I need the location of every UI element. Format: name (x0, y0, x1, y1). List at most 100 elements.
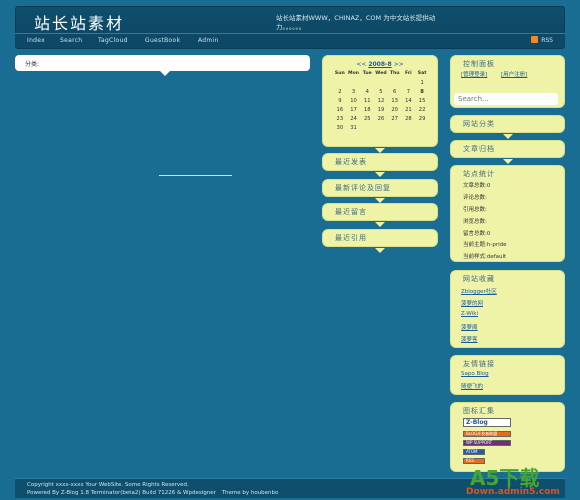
badges-title: 图标汇集 (463, 407, 495, 415)
cal-day (347, 78, 361, 87)
category-box-pointer (160, 71, 170, 76)
cal-day (388, 78, 402, 87)
favorite-link[interactable]: 菠萝阁 (461, 323, 478, 331)
stat-trackbacks: 引用总数: (463, 207, 487, 213)
cal-day: 15 (418, 97, 426, 104)
footer-theme-text: Theme by houbenbo (221, 490, 279, 496)
nav-index[interactable]: Index (27, 37, 45, 44)
calendar-next[interactable]: >> (394, 61, 404, 68)
cal-day: 31 (350, 124, 357, 131)
weekday-wed: Wed (375, 71, 387, 76)
archives-widget: 文章归档 (450, 140, 565, 164)
cal-day (374, 123, 388, 132)
cal-day (374, 78, 388, 87)
rss-link[interactable]: RSS (531, 36, 553, 44)
zblog-badge[interactable]: Z-Blog (463, 418, 511, 427)
cal-day (402, 123, 416, 132)
stat-posts: 文章总数:0 (463, 183, 491, 189)
nav-guestbook[interactable]: GuestBook (145, 37, 180, 44)
cal-day: 21 (405, 106, 412, 113)
calendar-grid: Sun Mon Tue Wed Thu Fri Sat 1 2345678 91… (333, 69, 429, 132)
cal-day: 10 (350, 97, 357, 104)
site-description: 站长站素材WWW，CHINAZ，COM 为中文站长提供动力。。。。。。 (276, 14, 436, 31)
stat-comments: 评论总数: (463, 195, 487, 201)
favorite-link[interactable]: 菠萝客 (461, 335, 478, 343)
dev-union-badge[interactable]: BLOG开发者联盟 (463, 431, 511, 437)
calendar-month[interactable]: 2008-8 (368, 61, 391, 68)
cal-day: 16 (336, 106, 344, 113)
register-link[interactable]: [用户注册] (501, 70, 527, 78)
cal-day: 17 (350, 106, 357, 113)
widget-pointer (503, 134, 513, 139)
nav-admin[interactable]: Admin (198, 37, 219, 44)
stat-style: 当前样式:default (463, 254, 507, 260)
content-divider (159, 175, 232, 176)
cal-day: 26 (377, 115, 385, 122)
wp-support-badge[interactable]: WP SUPPORT (463, 440, 511, 446)
weekday-sat: Sat (417, 71, 427, 76)
cal-day: 5 (379, 88, 383, 95)
widget-recent-trackbacks-title: 最近引用 (335, 234, 367, 242)
watermark-logo: A5下载 Down.admin5.com (464, 462, 580, 500)
favorite-link[interactable]: 菠萝的网 (461, 299, 483, 307)
cal-day: 19 (377, 106, 385, 113)
friends-title: 友情链接 (463, 360, 495, 368)
cal-day (415, 123, 429, 132)
widget-recent-posts[interactable]: 最近发表 (322, 153, 438, 177)
favorite-link[interactable]: Zblogger社区 (461, 287, 497, 295)
archives-title[interactable]: 文章归档 (463, 144, 495, 154)
cal-day: 12 (377, 97, 385, 104)
cal-day: 30 (336, 124, 344, 131)
search-input[interactable] (454, 93, 558, 105)
weekday-sun: Sun (334, 71, 345, 76)
footer-powered-text: Powered By Z-Blog 1.8 Terminator(beta2) … (27, 490, 216, 496)
watermark-bottom: Down.admin5.com (466, 487, 560, 497)
weekday-mon: Mon (348, 71, 360, 76)
cal-day: 29 (418, 115, 426, 122)
category-box: 分类: (15, 55, 310, 76)
cal-day: 6 (393, 88, 397, 95)
calendar-prev[interactable]: << (356, 61, 366, 68)
site-title[interactable]: 站长站素材 (34, 10, 124, 34)
cal-day: 14 (405, 97, 412, 104)
stat-views: 浏览总数: (463, 219, 487, 225)
category-label: 分类: (25, 61, 40, 68)
cal-day: 2 (338, 88, 342, 95)
categories-title[interactable]: 网站分类 (463, 119, 495, 129)
cal-day: 11 (363, 97, 371, 104)
weekday-tue: Tue (362, 71, 372, 76)
cal-day-today: 8 (420, 88, 424, 95)
widget-recent-guestbook[interactable]: 最近留言 (322, 203, 438, 227)
favorite-link[interactable]: Z-Wiki (461, 311, 478, 317)
cal-day (360, 78, 374, 87)
cal-day (333, 78, 347, 87)
stat-theme: 当前主题:h-pride (463, 242, 507, 248)
friend-link[interactable]: 随便飞的 (461, 382, 483, 390)
favorites-title: 网站收藏 (463, 275, 495, 283)
atom-badge[interactable]: ATOM (463, 449, 485, 455)
widget-pointer (503, 159, 513, 164)
categories-widget: 网站分类 (450, 115, 565, 139)
cal-day: 9 (338, 97, 342, 104)
widget-pointer (375, 172, 385, 177)
cal-day: 27 (391, 115, 398, 122)
cal-day (360, 123, 374, 132)
control-panel-title: 控制面板 (463, 60, 495, 68)
friend-link[interactable]: Sapo Blog (461, 371, 489, 377)
cal-day: 24 (350, 115, 357, 122)
cal-day: 28 (405, 115, 412, 122)
cal-day: 13 (391, 97, 398, 104)
cal-day: 23 (336, 115, 344, 122)
cal-day: 3 (351, 88, 356, 95)
login-link[interactable]: [管理登录] (461, 70, 487, 78)
footer-powered: Powered By Z-Blog 1.8 Terminator(beta2) … (27, 490, 278, 496)
weekday-fri: Fri (405, 71, 412, 76)
cal-day: 1 (420, 79, 424, 86)
widget-recent-trackbacks[interactable]: 最近引用 (322, 229, 438, 253)
nav-search[interactable]: Search (60, 37, 82, 44)
widget-recent-comments-title: 最新评论及回复 (335, 184, 391, 192)
widget-recent-comments[interactable]: 最新评论及回复 (322, 179, 438, 203)
nav-tagcloud[interactable]: TagCloud (98, 37, 128, 44)
cal-day (402, 78, 416, 87)
cal-day: 20 (391, 106, 398, 113)
